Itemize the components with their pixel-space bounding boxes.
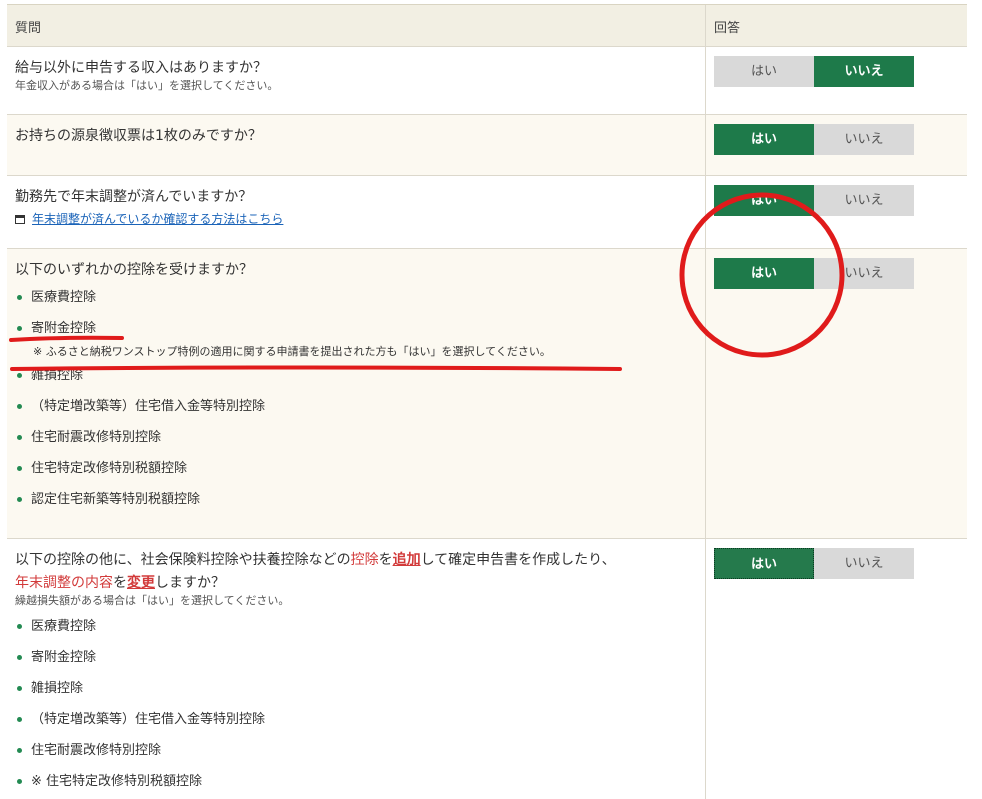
list-item: 寄附金控除 bbox=[15, 313, 705, 344]
list-item: 医療費控除 bbox=[15, 611, 705, 642]
bullet-icon bbox=[17, 748, 22, 753]
yes-button[interactable]: はい bbox=[714, 548, 814, 579]
bullet-icon bbox=[17, 373, 22, 378]
bullet-icon bbox=[17, 779, 22, 784]
yes-button[interactable]: はい bbox=[714, 258, 814, 289]
year-end-adjustment-help-link[interactable]: 年末調整が済んでいるか確認する方法はこちら bbox=[32, 210, 283, 228]
question-table: 質問 回答 給与以外に申告する収入はありますか？ 年金収入がある場合は「はい」を… bbox=[7, 4, 967, 799]
bullet-icon bbox=[17, 466, 22, 471]
list-item: （特定増改築等）住宅借入金等特別控除 bbox=[15, 704, 705, 735]
question-row-single-withholding-slip: お持ちの源泉徴収票は1枚のみですか？ はい いいえ bbox=[7, 115, 967, 176]
list-item: 認定住宅新築等特別税額控除 bbox=[15, 484, 705, 515]
list-item: 住宅特定改修特別税額控除 bbox=[15, 453, 705, 484]
bullet-icon bbox=[17, 435, 22, 440]
bullet-icon bbox=[17, 717, 22, 722]
answer-toggle: はい いいえ bbox=[714, 124, 967, 155]
list-item: 雑損控除 bbox=[15, 360, 705, 391]
list-item: 雑損控除 bbox=[15, 673, 705, 704]
list-item: 住宅耐震改修特別控除 bbox=[15, 735, 705, 766]
question-row-deductions: 以下のいずれかの控除を受けますか？ 医療費控除 寄附金控除 ※ ふるさと納税ワン… bbox=[7, 249, 967, 539]
bullet-icon bbox=[17, 295, 22, 300]
yes-button[interactable]: はい bbox=[714, 185, 814, 216]
new-window-icon bbox=[15, 214, 25, 224]
yes-button[interactable]: はい bbox=[714, 56, 814, 87]
no-button[interactable]: いいえ bbox=[814, 124, 914, 155]
question-row-add-deductions: 以下の控除の他に、社会保険料控除や扶養控除などの控除を追加して確定申告書を作成し… bbox=[7, 539, 967, 799]
bullet-icon bbox=[17, 686, 22, 691]
question-text: 以下の控除の他に、社会保険料控除や扶養控除などの控除を追加して確定申告書を作成し… bbox=[15, 552, 616, 568]
list-item: 住宅耐震改修特別控除 bbox=[15, 422, 705, 453]
question-row-year-end-adjustment: 勤務先で年末調整が済んでいますか？ 年末調整が済んでいるか確認する方法はこちら … bbox=[7, 176, 967, 249]
deduction-list: 医療費控除 寄附金控除 ※ ふるさと納税ワンストップ特例の適用に関する申請書を提… bbox=[15, 282, 705, 515]
list-item: （特定増改築等）住宅借入金等特別控除 bbox=[15, 391, 705, 422]
question-text: お持ちの源泉徴収票は1枚のみですか？ bbox=[15, 128, 262, 144]
no-button[interactable]: いいえ bbox=[814, 185, 914, 216]
answer-toggle: はい いいえ bbox=[714, 548, 967, 579]
deduction-list: 医療費控除 寄附金控除 雑損控除 （特定増改築等）住宅借入金等特別控除 住宅耐震… bbox=[15, 611, 705, 797]
yes-button[interactable]: はい bbox=[714, 124, 814, 155]
bullet-icon bbox=[17, 624, 22, 629]
table-header: 質問 回答 bbox=[7, 5, 967, 47]
header-question: 質問 bbox=[7, 5, 706, 46]
list-item: 医療費控除 bbox=[15, 282, 705, 313]
bullet-icon bbox=[17, 655, 22, 660]
answer-toggle: はい いいえ bbox=[714, 258, 967, 289]
bullet-icon bbox=[17, 497, 22, 502]
question-text-line2: 年末調整の内容を変更しますか？ bbox=[15, 575, 225, 591]
furusato-note: ※ ふるさと納税ワンストップ特例の適用に関する申請書を提出された方も「はい」を選… bbox=[33, 345, 551, 358]
list-item: 寄附金控除 bbox=[15, 642, 705, 673]
bullet-icon bbox=[17, 326, 22, 331]
question-row-other-income: 給与以外に申告する収入はありますか？ 年金収入がある場合は「はい」を選択してくだ… bbox=[7, 47, 967, 115]
no-button[interactable]: いいえ bbox=[814, 258, 914, 289]
question-note: 年金収入がある場合は「はい」を選択してください。 bbox=[15, 79, 279, 92]
answer-toggle: はい いいえ bbox=[714, 185, 967, 216]
header-answer: 回答 bbox=[714, 21, 741, 36]
question-text: 給与以外に申告する収入はありますか？ bbox=[15, 60, 267, 76]
list-item: ※ 住宅特定改修特別税額控除 bbox=[15, 766, 705, 797]
question-text: 以下のいずれかの控除を受けますか？ bbox=[15, 262, 253, 278]
no-button[interactable]: いいえ bbox=[814, 56, 914, 87]
question-text: 勤務先で年末調整が済んでいますか？ bbox=[15, 189, 253, 205]
question-note: 繰越損失額がある場合は「はい」を選択してください。 bbox=[15, 594, 290, 607]
no-button[interactable]: いいえ bbox=[814, 548, 914, 579]
answer-toggle: はい いいえ bbox=[714, 56, 967, 87]
bullet-icon bbox=[17, 404, 22, 409]
